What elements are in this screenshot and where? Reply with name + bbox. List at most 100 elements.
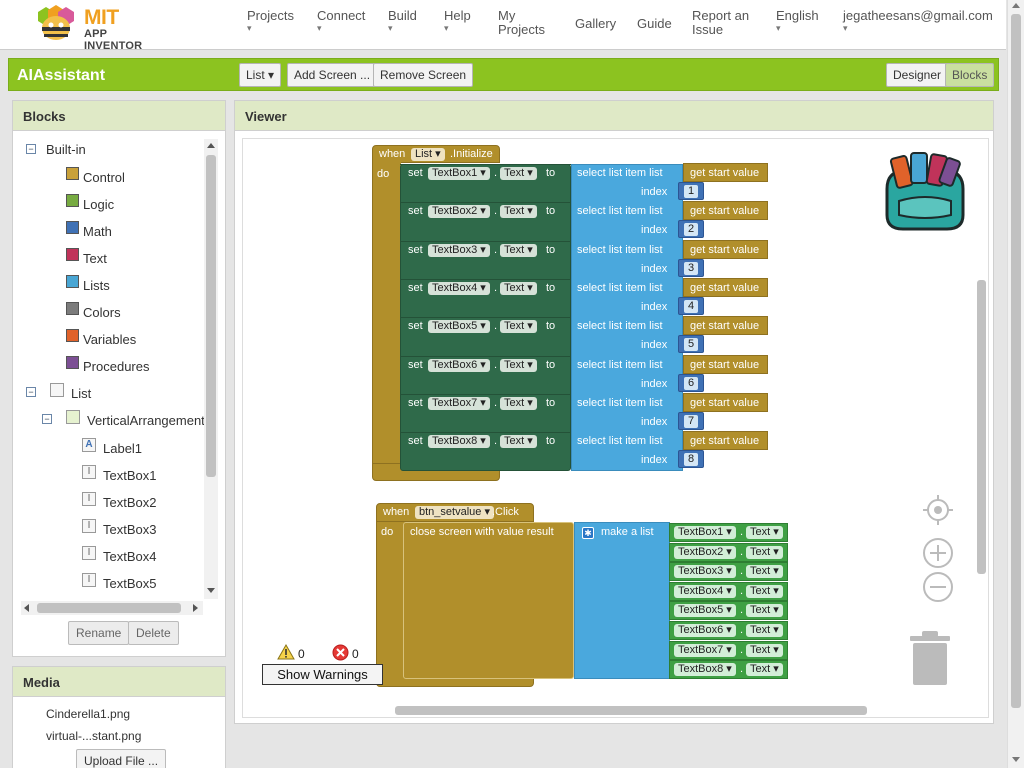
property-dropdown[interactable]: Text ▾ [500,205,537,218]
property-dropdown[interactable]: Text ▾ [500,397,537,410]
property-dropdown[interactable]: Text ▾ [500,435,537,448]
textbox-text-getter[interactable]: TextBox4 ▾. Text ▾ [669,582,788,601]
tree-item-textbox2[interactable]: TextBox2 [103,495,156,510]
nav-help[interactable]: Help ▾ [444,9,471,33]
get-start-value-block[interactable]: get start value [683,240,768,259]
media-file[interactable]: Cinderella1.png [46,707,130,721]
property-dropdown[interactable]: Text ▾ [500,167,537,180]
tree-scrollbar-vertical[interactable] [204,139,218,599]
textbox-dropdown[interactable]: TextBox7 ▾ [674,644,736,657]
property-dropdown[interactable]: Text ▾ [500,320,537,333]
textbox-dropdown[interactable]: TextBox3 ▾ [428,244,490,257]
get-start-value-block[interactable]: get start value [683,393,768,412]
tree-built-in[interactable]: Built-in [46,142,86,157]
scroll-down-icon[interactable] [207,588,215,593]
app-inventor-logo[interactable]: MIT APP INVENTOR [34,3,164,52]
backpack-icon[interactable] [879,149,971,231]
blocks-button[interactable]: Blocks [945,63,995,87]
scroll-right-icon[interactable] [193,604,198,612]
index-number[interactable]: 2 [684,223,698,236]
textbox-dropdown[interactable]: TextBox8 ▾ [428,435,490,448]
nav-connect[interactable]: Connect ▾ [317,9,365,33]
textbox-dropdown[interactable]: TextBox1 ▾ [428,167,490,180]
textbox-text-getter[interactable]: TextBox2 ▾. Text ▾ [669,543,788,562]
index-number[interactable]: 6 [684,377,698,390]
get-start-value-block[interactable]: get start value [683,163,768,182]
index-number[interactable]: 4 [684,300,698,313]
textbox-dropdown[interactable]: TextBox4 ▾ [674,585,736,598]
get-start-value-block[interactable]: get start value [683,201,768,220]
component-dropdown[interactable]: btn_setvalue ▾ [415,506,494,519]
textbox-text-getter[interactable]: TextBox1 ▾. Text ▾ [669,523,788,542]
upload-file-button[interactable]: Upload File ... [76,749,167,768]
property-dropdown[interactable]: Text ▾ [500,359,537,372]
page-scrollbar[interactable] [1007,0,1024,768]
nav-account[interactable]: jegatheesans@gmail.com ▾ [843,9,993,33]
gear-icon[interactable]: ✱ [582,527,594,539]
nav-language[interactable]: English ▾ [776,9,819,33]
property-dropdown[interactable]: Text ▾ [746,585,783,598]
component-dropdown[interactable]: List ▾ [411,148,445,161]
textbox-dropdown[interactable]: TextBox5 ▾ [674,604,736,617]
delete-button[interactable]: Delete [128,621,179,645]
textbox-text-getter[interactable]: TextBox7 ▾. Text ▾ [669,641,788,660]
index-number[interactable]: 5 [684,338,698,351]
nav-my-projects[interactable]: My Projects [498,9,548,37]
property-dropdown[interactable]: Text ▾ [746,604,783,617]
get-start-value-block[interactable]: get start value [683,316,768,335]
textbox-text-getter[interactable]: TextBox8 ▾. Text ▾ [669,660,788,679]
trash-icon[interactable] [908,629,952,687]
textbox-dropdown[interactable]: TextBox3 ▾ [674,565,736,578]
collapse-icon[interactable]: − [26,387,36,397]
collapse-icon[interactable]: − [42,414,52,424]
textbox-dropdown[interactable]: TextBox5 ▾ [428,320,490,333]
make-a-list-block[interactable]: ✱ make a list [574,522,670,679]
close-screen-with-value-block[interactable]: close screen with value result [403,522,574,679]
textbox-dropdown[interactable]: TextBox2 ▾ [428,205,490,218]
get-start-value-block[interactable]: get start value [683,355,768,374]
add-screen-button[interactable]: Add Screen ... [287,63,378,87]
index-number[interactable]: 1 [684,185,698,198]
tree-item-textbox1[interactable]: TextBox1 [103,468,156,483]
designer-button[interactable]: Designer [886,63,949,87]
tree-vertical-arrangement[interactable]: VerticalArrangement1 [87,413,212,428]
textbox-dropdown[interactable]: TextBox2 ▾ [674,546,736,559]
tree-scrollbar-thumb[interactable] [206,155,216,477]
workspace-scrollbar-horizontal[interactable] [395,706,867,715]
tree-item-textbox3[interactable]: TextBox3 [103,522,156,537]
property-dropdown[interactable]: Text ▾ [746,644,783,657]
textbox-text-getter[interactable]: TextBox6 ▾. Text ▾ [669,621,788,640]
scroll-up-icon[interactable] [207,143,215,148]
tree-scrollbar-horizontal[interactable] [21,601,203,615]
property-dropdown[interactable]: Text ▾ [746,624,783,637]
media-file[interactable]: virtual-...stant.png [46,729,141,743]
zoom-out-icon[interactable] [922,571,954,603]
rename-button[interactable]: Rename [68,621,130,645]
blocks-workspace[interactable]: when List ▾ .Initialize do set TextBox1 ▾… [242,138,989,718]
textbox-dropdown[interactable]: TextBox6 ▾ [428,359,490,372]
tree-screen-list[interactable]: List [71,386,91,401]
nav-guide[interactable]: Guide [637,17,672,31]
textbox-dropdown[interactable]: TextBox1 ▾ [674,526,736,539]
textbox-dropdown[interactable]: TextBox6 ▾ [674,624,736,637]
nav-projects[interactable]: Projects ▾ [247,9,294,33]
get-start-value-block[interactable]: get start value [683,431,768,450]
remove-screen-button[interactable]: Remove Screen [373,63,474,87]
nav-report-issue[interactable]: Report an Issue [692,9,754,37]
index-number[interactable]: 7 [684,415,698,428]
center-target-icon[interactable] [922,494,954,526]
collapse-icon[interactable]: − [26,144,36,154]
property-dropdown[interactable]: Text ▾ [500,282,537,295]
workspace-scrollbar-vertical[interactable] [977,280,986,574]
textbox-dropdown[interactable]: TextBox7 ▾ [428,397,490,410]
screen-select-dropdown[interactable]: List ▾ [239,63,282,87]
index-number[interactable]: 8 [684,453,698,466]
show-warnings-button[interactable]: Show Warnings [262,664,383,685]
zoom-in-icon[interactable] [922,537,954,569]
property-dropdown[interactable]: Text ▾ [500,244,537,257]
tree-item-textbox4[interactable]: TextBox4 [103,549,156,564]
textbox-text-getter[interactable]: TextBox5 ▾. Text ▾ [669,601,788,620]
textbox-dropdown[interactable]: TextBox4 ▾ [428,282,490,295]
scroll-up-icon[interactable] [1012,3,1020,8]
index-number[interactable]: 3 [684,262,698,275]
